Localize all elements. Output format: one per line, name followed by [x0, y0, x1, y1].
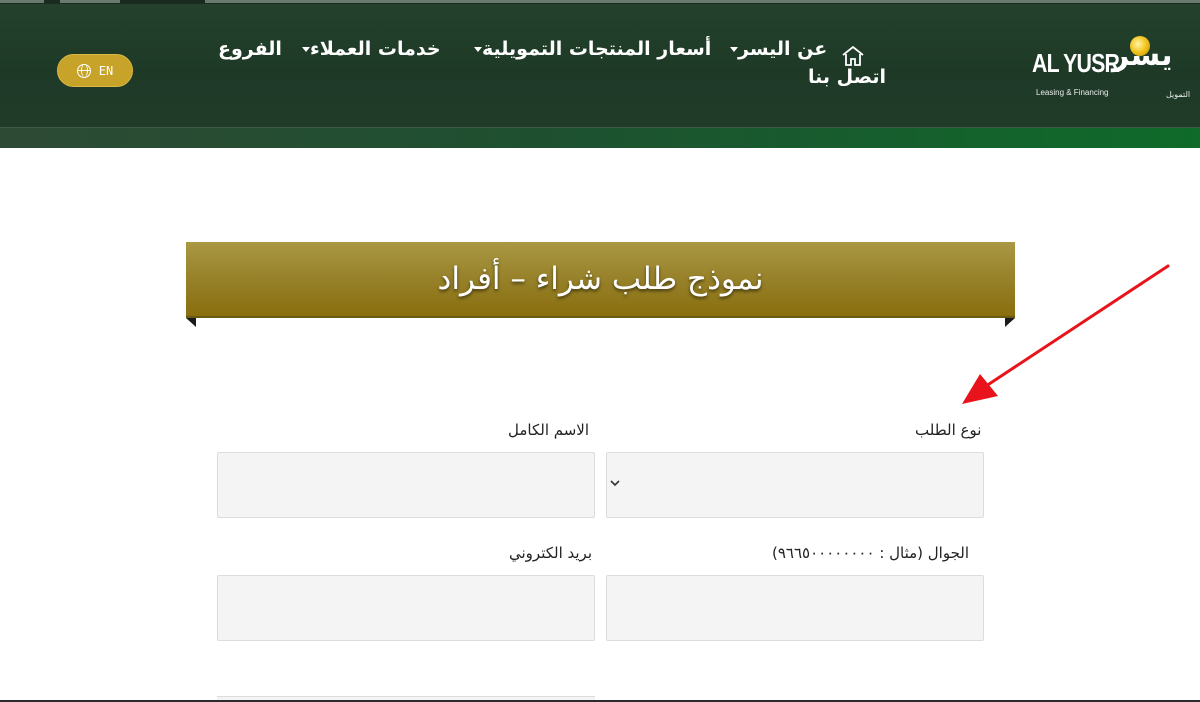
logo-arabic-subtitle: التمويل [1166, 90, 1191, 99]
nav-products[interactable]: أسعار المنتجات التمويلية [472, 38, 711, 60]
page-title-banner: نموذج طلب شراء – أفراد [186, 242, 1015, 318]
chevron-down-icon [730, 47, 738, 52]
request-type-select[interactable] [606, 452, 984, 518]
full-name-input[interactable] [217, 452, 595, 518]
logo-latin-subtitle: Leasing & Financing [1036, 88, 1109, 97]
logo-arabic-text: يسر [1112, 38, 1173, 73]
mobile-label: الجوال (مثال : ٩٦٦٥٠٠٠٠٠٠٠٠) [772, 544, 970, 562]
mobile-input[interactable] [606, 575, 984, 641]
full-name-label: الاسم الكامل [508, 421, 590, 439]
chevron-down-icon [610, 480, 620, 487]
site-logo[interactable]: AL YUSR Leasing & Financing يسر التمويل [1030, 28, 1200, 104]
language-switch-button[interactable]: EN [57, 54, 133, 87]
strip-segment [0, 0, 44, 3]
nav-services-label: خدمات العملاء [310, 38, 441, 60]
banner-fold-left [186, 318, 196, 327]
nav-contact-us[interactable]: اتصل بنا [808, 66, 886, 88]
globe-icon [76, 63, 91, 78]
red-arrow-annotation [962, 264, 1170, 404]
nav-about[interactable]: عن اليسر [728, 38, 827, 60]
nav-products-label: أسعار المنتجات التمويلية [482, 38, 712, 60]
email-input[interactable] [217, 575, 595, 641]
page-title: نموذج طلب شراء – أفراد [437, 261, 764, 297]
nav-about-label: عن اليسر [738, 38, 828, 60]
email-label: بريد الكتروني [509, 544, 593, 562]
logo-latin-text: AL YUSR [1032, 48, 1120, 78]
request-type-label: نوع الطلب [915, 421, 982, 439]
chevron-down-icon [302, 47, 310, 52]
language-label: EN [98, 63, 114, 78]
chevron-down-icon [474, 47, 482, 52]
strip-segment [60, 0, 120, 3]
header-accent-bar [0, 128, 1200, 148]
nav-branches[interactable]: الفروع [218, 38, 282, 60]
home-icon[interactable] [840, 44, 866, 68]
site-header: AL YUSR Leasing & Financing يسر التمويل … [0, 4, 1200, 128]
nav-customer-services[interactable]: خدمات العملاء [300, 38, 441, 60]
strip-segment [205, 0, 1200, 3]
